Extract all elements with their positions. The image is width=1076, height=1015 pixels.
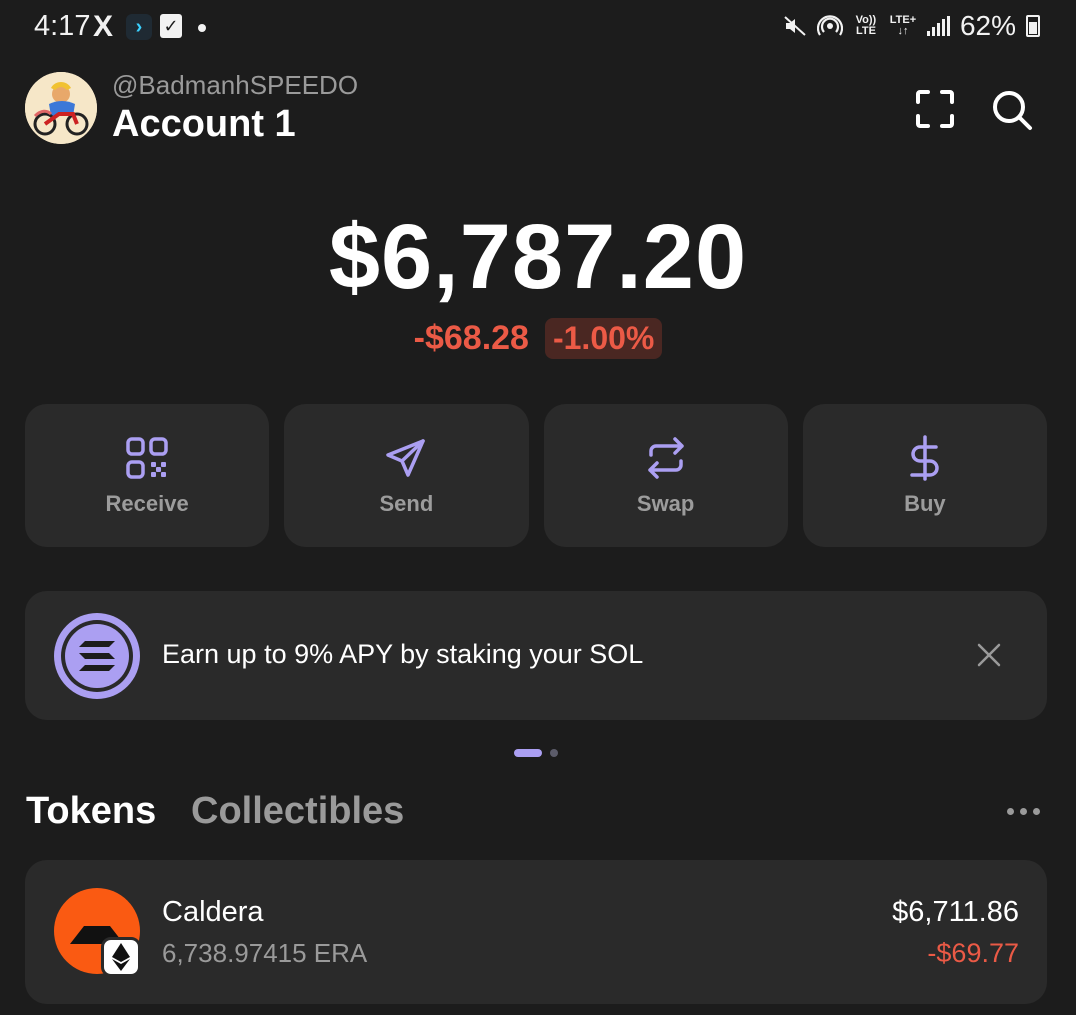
avatar[interactable] bbox=[25, 72, 97, 144]
total-balance: $6,787.20 bbox=[328, 206, 748, 308]
close-icon[interactable] bbox=[975, 641, 1003, 669]
dollar-icon bbox=[910, 434, 939, 481]
receive-label: Receive bbox=[105, 490, 189, 516]
buy-label: Buy bbox=[904, 490, 946, 516]
notification-dot-icon bbox=[198, 24, 206, 32]
staking-banner[interactable]: Earn up to 9% APY by staking your SOL bbox=[25, 591, 1047, 720]
receive-button[interactable]: Receive bbox=[25, 404, 270, 547]
solana-icon bbox=[54, 613, 140, 699]
account-handle[interactable]: @BadmanhSPEEDO bbox=[112, 70, 358, 101]
token-row[interactable]: Caldera 6,738.97415 ERA $6,711.86 -$69.7… bbox=[25, 860, 1047, 1004]
pager-dot[interactable] bbox=[550, 749, 558, 757]
send-button[interactable]: Send bbox=[284, 404, 529, 547]
token-name: Caldera bbox=[162, 896, 264, 928]
swap-arrows-icon bbox=[647, 436, 684, 479]
volte-indicator: Vo)) LTE bbox=[855, 14, 877, 37]
x-app-icon: X bbox=[93, 10, 114, 43]
tab-collectibles[interactable]: Collectibles bbox=[191, 790, 404, 833]
search-icon[interactable] bbox=[990, 88, 1034, 132]
tab-tokens[interactable]: Tokens bbox=[26, 790, 156, 833]
ethereum-icon bbox=[101, 937, 141, 977]
status-bar: 4:17 X › ✓ Vo)) LTE LTE+ ↓↑ 62% bbox=[0, 0, 1076, 56]
swap-button[interactable]: Swap bbox=[543, 404, 788, 547]
account-name[interactable]: Account 1 bbox=[112, 103, 296, 146]
status-time: 4:17 bbox=[34, 10, 91, 42]
scan-icon[interactable] bbox=[914, 88, 956, 130]
check-app-icon: ✓ bbox=[160, 14, 182, 38]
battery-icon bbox=[1026, 15, 1040, 37]
balance-change-row: -$68.28 -1.00% bbox=[0, 318, 1076, 359]
token-amount: 6,738.97415 ERA bbox=[162, 938, 368, 968]
buy-button[interactable]: Buy bbox=[802, 404, 1047, 547]
more-dots-icon[interactable] bbox=[1007, 808, 1040, 815]
hotspot-icon bbox=[816, 15, 843, 36]
banner-text: Earn up to 9% APY by staking your SOL bbox=[162, 639, 644, 669]
send-label: Send bbox=[379, 490, 434, 516]
battery-percent: 62% bbox=[959, 10, 1016, 41]
pager-dot-active[interactable] bbox=[514, 749, 542, 757]
banner-pager bbox=[514, 749, 558, 757]
chevron-app-icon: › bbox=[126, 14, 152, 40]
action-buttons: Receive Send Swap Buy bbox=[25, 404, 1047, 547]
token-change: -$69.77 bbox=[927, 938, 1019, 968]
mute-icon bbox=[784, 16, 806, 36]
avatar-image bbox=[25, 72, 97, 144]
balance-change-percent: -1.00% bbox=[544, 318, 663, 359]
token-value: $6,711.86 bbox=[892, 896, 1019, 928]
qr-code-icon bbox=[126, 436, 168, 479]
swap-label: Swap bbox=[636, 490, 695, 516]
status-icons: Vo)) LTE LTE+ ↓↑ 62% bbox=[783, 10, 1040, 42]
balance-change-amount: -$68.28 bbox=[413, 319, 529, 357]
paper-plane-icon bbox=[386, 438, 426, 477]
lte-indicator: LTE+ ↓↑ bbox=[889, 14, 917, 37]
signal-icon bbox=[926, 16, 950, 36]
